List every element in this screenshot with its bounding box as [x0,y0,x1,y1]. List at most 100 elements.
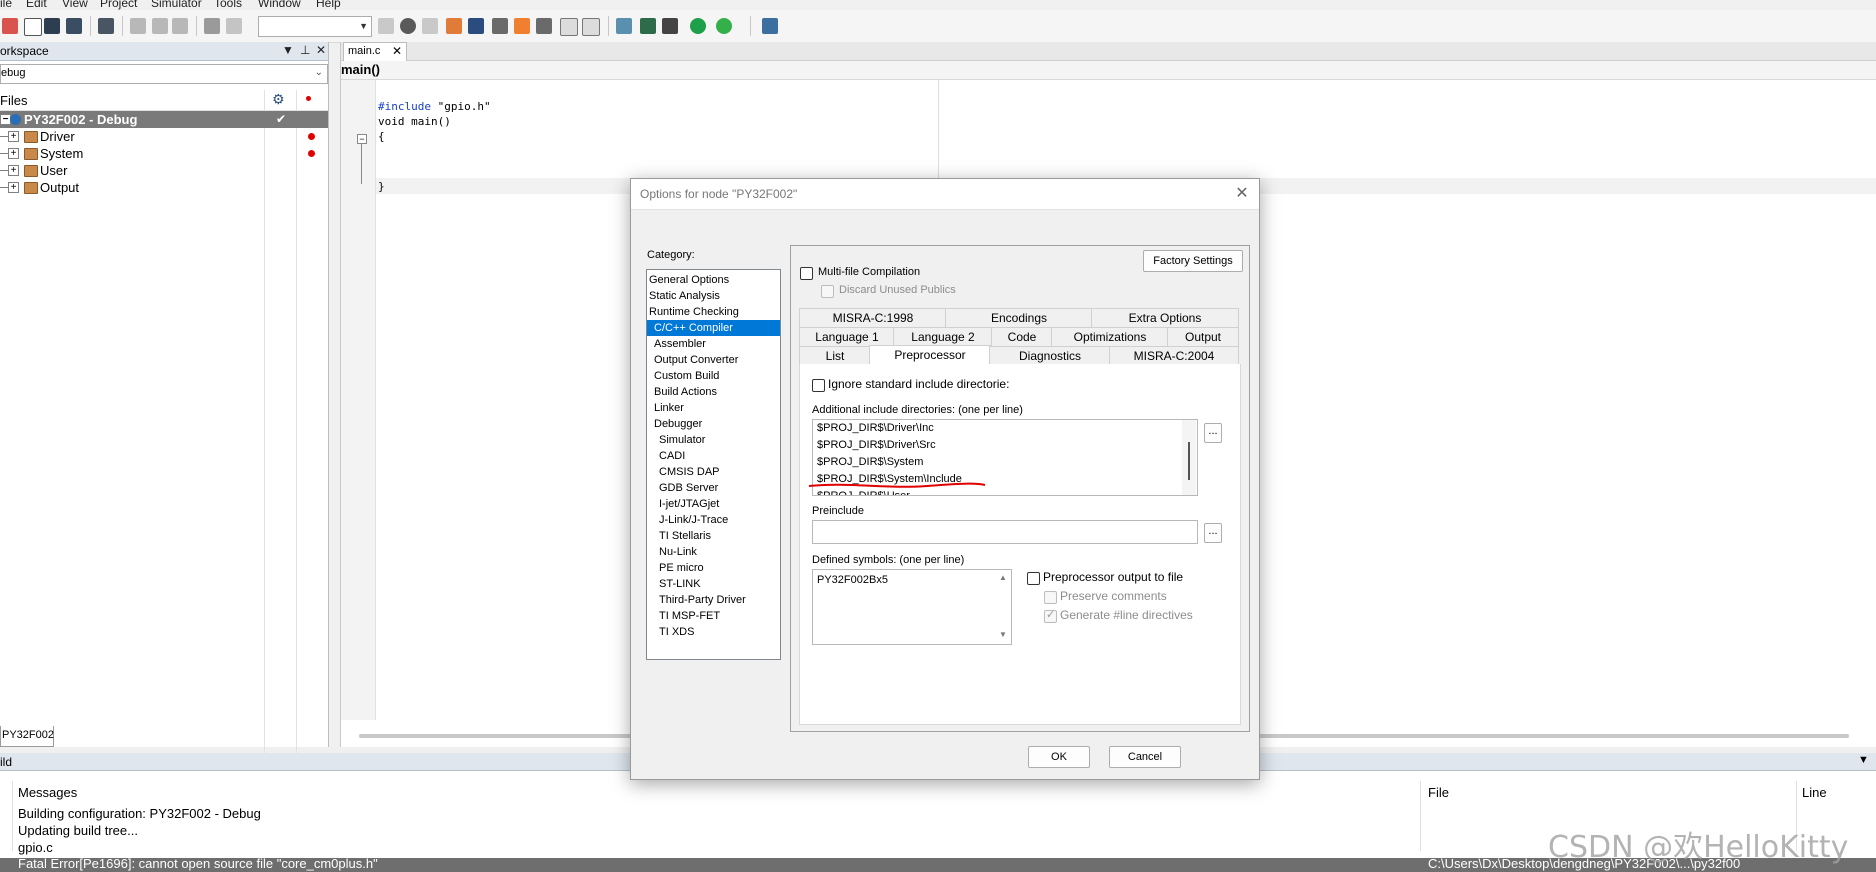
menu-tools[interactable]: Tools [214,0,242,10]
cancel-button[interactable]: Cancel [1109,746,1181,768]
fold-collapse-icon[interactable]: − [357,134,367,144]
category-item[interactable]: TI Stellaris [647,528,780,544]
paste-icon[interactable] [172,18,188,34]
tab-extra-options[interactable]: Extra Options [1091,308,1239,328]
tab-code[interactable]: Code [991,327,1053,347]
pin-icon[interactable]: ⊥ [300,43,310,57]
category-item[interactable]: CMSIS DAP [647,464,780,480]
tab-language-2[interactable]: Language 2 [893,327,993,347]
category-item[interactable]: Build Actions [647,384,780,400]
messages-column[interactable]: Messages [18,785,77,800]
ok-button[interactable]: OK [1028,746,1090,768]
expand-icon[interactable]: + [8,148,19,159]
tab-encodings[interactable]: Encodings [945,308,1093,328]
stop-build-icon[interactable] [662,18,678,34]
menu-help[interactable]: Help [316,0,341,10]
search-icon[interactable] [400,18,416,34]
new-file-icon[interactable] [2,18,18,34]
expand-icon[interactable]: + [8,182,19,193]
bookmark-icon[interactable] [514,18,530,34]
next-bookmark-icon[interactable] [582,18,600,36]
category-item[interactable]: PE micro [647,560,780,576]
preinclude-browse-button[interactable]: ... [1204,523,1222,543]
category-item[interactable]: J-Link/J-Trace [647,512,780,528]
category-item[interactable]: Third-Party Driver [647,592,780,608]
dropdown-icon[interactable]: ▼ [282,43,294,57]
tab-main-c[interactable]: main.c ✕ [343,42,407,61]
tab-output[interactable]: Output [1167,327,1239,347]
category-item[interactable]: I-jet/JTAGjet [647,496,780,512]
open-icon[interactable] [24,18,42,36]
category-item[interactable]: Debugger [647,416,780,432]
menu-edit[interactable]: Edit [26,0,47,10]
tab-list[interactable]: List [799,346,871,366]
discard-unused-checkbox[interactable] [821,285,834,298]
include-browse-button[interactable]: ... [1204,423,1222,443]
generate-line-checkbox[interactable] [1044,608,1057,623]
category-item[interactable]: CADI [647,448,780,464]
cut-icon[interactable] [130,18,146,34]
expand-icon[interactable]: + [8,131,19,142]
category-item[interactable]: TI MSP-FET [647,608,780,624]
tab-misra-1998[interactable]: MISRA-C:1998 [799,308,947,328]
menu-simulator[interactable]: Simulator [151,0,202,10]
make-icon[interactable] [640,18,656,34]
find-combo[interactable]: ▼ [258,16,372,37]
download-debug-icon[interactable] [690,18,706,34]
line-column[interactable]: Line [1802,785,1827,800]
tab-language-1[interactable]: Language 1 [799,327,895,347]
category-item[interactable]: TI XDS [647,624,780,640]
symbols-textarea[interactable]: PY32F002Bx5 ▲ ▼ [812,569,1012,645]
compile-icon[interactable] [616,18,632,34]
prev-icon[interactable] [492,18,508,34]
save-icon[interactable] [44,18,60,34]
expand-icon[interactable]: + [8,165,19,176]
copy-icon[interactable] [152,18,168,34]
goto-icon[interactable] [468,18,484,34]
category-item[interactable]: Custom Build [647,368,780,384]
category-item[interactable]: Linker [647,400,780,416]
print-icon[interactable] [98,18,114,34]
category-item[interactable]: Nu-Link [647,544,780,560]
category-item[interactable]: Simulator [647,432,780,448]
tab-preprocessor[interactable]: Preprocessor [869,345,991,366]
preserve-comments-checkbox[interactable] [1044,591,1057,604]
prev-bookmark-icon[interactable] [560,18,578,36]
tree-item-project[interactable]: − PY32F002 - Debug ✔ [0,111,328,128]
category-item[interactable]: Output Converter [647,352,780,368]
replace-icon[interactable] [446,18,462,34]
file-column[interactable]: File [1428,785,1449,800]
code-line-4[interactable]: } [378,180,385,193]
undo-icon[interactable] [204,18,220,34]
tab-misra-2004[interactable]: MISRA-C:2004 [1109,346,1239,366]
redo-icon[interactable] [226,18,242,34]
include-dirs-textarea[interactable]: $PROJ_DIR$\Driver\Inc $PROJ_DIR$\Driver\… [808,419,1198,496]
multifile-checkbox[interactable] [800,267,813,280]
category-list[interactable]: General Options Static Analysis Runtime Ch… [646,269,781,660]
tree-item-user[interactable]: + User [0,162,328,179]
menu-window[interactable]: Window [258,0,301,10]
dropdown-icon[interactable]: ▼ [1858,754,1869,766]
code-line-1[interactable]: #include "gpio.h" [378,100,491,113]
category-item[interactable]: C/C++ Compiler [647,320,780,336]
category-item[interactable]: Runtime Checking [647,304,780,320]
scroll-up-icon[interactable]: ▲ [999,573,1007,582]
tab-optimizations[interactable]: Optimizations [1051,327,1169,347]
configuration-select[interactable]: ebug ⌄ [0,64,328,84]
gear-icon[interactable]: ⚙ [272,91,285,108]
preinclude-field[interactable] [812,520,1198,544]
scroll-down-icon[interactable]: ▼ [999,630,1007,639]
close-icon[interactable]: ✕ [392,44,402,58]
back-icon[interactable] [378,18,394,34]
factory-settings-button[interactable]: Factory Settings [1143,250,1243,272]
function-navigator[interactable]: main() [341,61,1876,80]
category-item[interactable]: GDB Server [647,480,780,496]
code-line-3[interactable]: { [378,130,385,143]
menu-project[interactable]: Project [100,0,137,10]
layout-icon[interactable] [762,18,778,34]
vertical-scrollbar[interactable] [1182,420,1196,495]
tree-item-system[interactable]: + System [0,145,328,162]
forward-icon[interactable] [422,18,438,34]
debug-without-download-icon[interactable] [716,18,732,34]
close-icon[interactable]: ✕ [1233,185,1251,203]
